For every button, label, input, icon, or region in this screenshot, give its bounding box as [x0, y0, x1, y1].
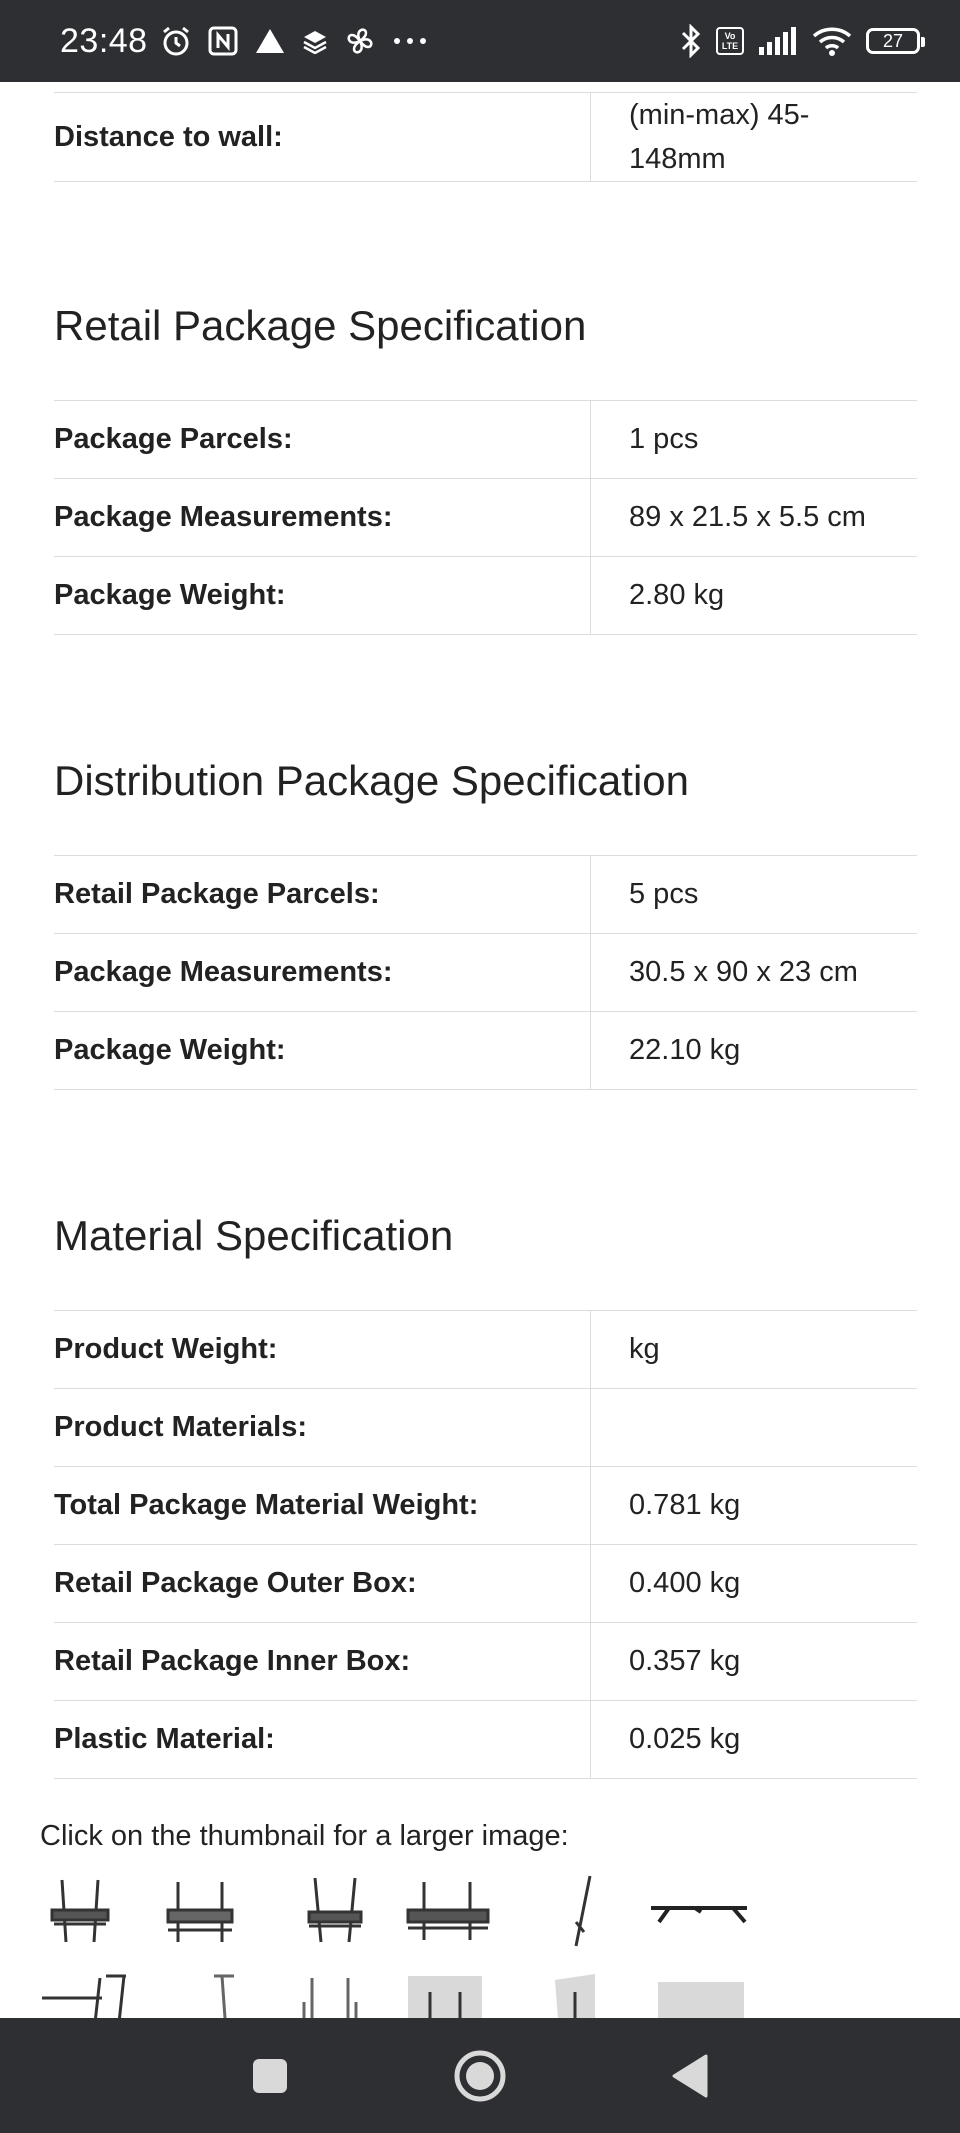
volte-icon: Vo LTE [716, 27, 744, 55]
distribution-section-title: Distribution Package Specification [54, 757, 690, 804]
thumbnail-2[interactable] [160, 1872, 240, 1957]
wifi-icon [812, 26, 852, 56]
status-left-icons [160, 25, 428, 57]
material-section-title: Material Specification [54, 1212, 454, 1259]
thumbnail-9[interactable] [290, 1972, 370, 2018]
signal-icon [758, 27, 798, 55]
table-row: Product Weight: kg [54, 1310, 917, 1389]
status-bar: 23:48 Vo LTE 27 [0, 0, 960, 82]
back-triangle-icon[interactable] [660, 2046, 720, 2106]
thumbnail-gallery [40, 1872, 800, 2018]
table-row: Plastic Material: 0.025 kg [54, 1700, 917, 1779]
spec-value: 0.400 kg [590, 1544, 917, 1623]
spec-value: 1 pcs [590, 400, 917, 479]
material-spec-table: Product Weight: kg Product Materials: To… [54, 1310, 917, 1779]
spec-value: 2.80 kg [590, 556, 917, 635]
thumbnail-4[interactable] [400, 1872, 495, 1957]
home-circle-icon[interactable] [450, 2046, 510, 2106]
thumbnail-11[interactable] [545, 1972, 605, 2018]
spec-label: Package Measurements: [54, 933, 591, 1012]
table-row: Total Package Material Weight: 0.781 kg [54, 1466, 917, 1545]
drive-icon [254, 27, 286, 55]
table-row: Product Materials: [54, 1388, 917, 1467]
spec-label: Product Materials: [54, 1388, 591, 1467]
spec-label: Plastic Material: [54, 1700, 591, 1779]
thumbnail-12[interactable] [650, 1972, 750, 2018]
status-right-icons: Vo LTE 27 [680, 24, 925, 58]
thumbnail-5[interactable] [550, 1872, 610, 1957]
spec-label: Distance to wall: [54, 92, 591, 182]
distribution-spec-table: Retail Package Parcels: 5 pcs Package Me… [54, 855, 917, 1090]
spec-label: Retail Package Outer Box: [54, 1544, 591, 1623]
spec-label: Package Parcels: [54, 400, 591, 479]
more-dots-icon [392, 36, 428, 46]
table-row: Package Weight: 22.10 kg [54, 1011, 917, 1090]
thumbnail-7[interactable] [40, 1972, 140, 2018]
spec-value: 0.781 kg [590, 1466, 917, 1545]
table-row: Package Measurements: 30.5 x 90 x 23 cm [54, 933, 917, 1012]
spec-value: (min-max) 45- 148mm [590, 92, 917, 182]
table-row: Package Parcels: 1 pcs [54, 400, 917, 479]
spec-label: Total Package Material Weight: [54, 1466, 591, 1545]
table-row: Package Weight: 2.80 kg [54, 556, 917, 635]
spec-label: Package Weight: [54, 1011, 591, 1090]
volte-bottom-text: LTE [721, 41, 739, 51]
battery-level: 27 [882, 30, 904, 51]
recents-square-icon[interactable] [240, 2046, 300, 2106]
dimension-spec-table: Distance to wall: (min-max) 45- 148mm [54, 92, 917, 182]
thumbnail-1[interactable] [40, 1872, 120, 1957]
table-row: Retail Package Inner Box: 0.357 kg [54, 1622, 917, 1701]
spec-value: 5 pcs [590, 855, 917, 934]
table-row: Package Measurements: 89 x 21.5 x 5.5 cm [54, 478, 917, 557]
spec-value-line1: (min-max) 45- [629, 99, 810, 131]
thumbnail-6[interactable] [645, 1872, 755, 1957]
volte-top-text: Vo [724, 31, 736, 41]
table-row: Retail Package Parcels: 5 pcs [54, 855, 917, 934]
nfc-icon [208, 26, 238, 56]
table-row: Retail Package Outer Box: 0.400 kg [54, 1544, 917, 1623]
thumbnail-10[interactable] [400, 1972, 490, 2018]
spec-value: kg [590, 1310, 917, 1389]
table-row: Distance to wall: (min-max) 45- 148mm [54, 92, 917, 182]
layers-icon [302, 28, 328, 54]
navigation-bar [0, 2018, 960, 2133]
spec-label: Package Measurements: [54, 478, 591, 557]
spec-label: Retail Package Inner Box: [54, 1622, 591, 1701]
spec-value: 0.357 kg [590, 1622, 917, 1701]
thumbnail-caption: Click on the thumbnail for a larger imag… [40, 1820, 569, 1852]
spec-value: 89 x 21.5 x 5.5 cm [590, 478, 917, 557]
spec-value: 0.025 kg [590, 1700, 917, 1779]
battery-icon: 27 [866, 28, 925, 54]
spec-value [590, 1388, 917, 1467]
spec-value: 30.5 x 90 x 23 cm [590, 933, 917, 1012]
status-time: 23:48 [60, 21, 148, 60]
bluetooth-icon [680, 24, 702, 58]
spec-label: Package Weight: [54, 556, 591, 635]
thumbnail-3[interactable] [295, 1872, 375, 1957]
spec-value-line2: 148mm [629, 143, 726, 175]
retail-spec-table: Package Parcels: 1 pcs Package Measureme… [54, 400, 917, 635]
spec-label: Product Weight: [54, 1310, 591, 1389]
page-content: Distance to wall: (min-max) 45- 148mm Re… [0, 82, 960, 2018]
fan-icon [344, 25, 376, 57]
spec-value: 22.10 kg [590, 1011, 917, 1090]
retail-section-title: Retail Package Specification [54, 302, 587, 349]
thumbnail-8[interactable] [200, 1972, 250, 2018]
alarm-icon [160, 25, 192, 57]
spec-label: Retail Package Parcels: [54, 855, 591, 934]
